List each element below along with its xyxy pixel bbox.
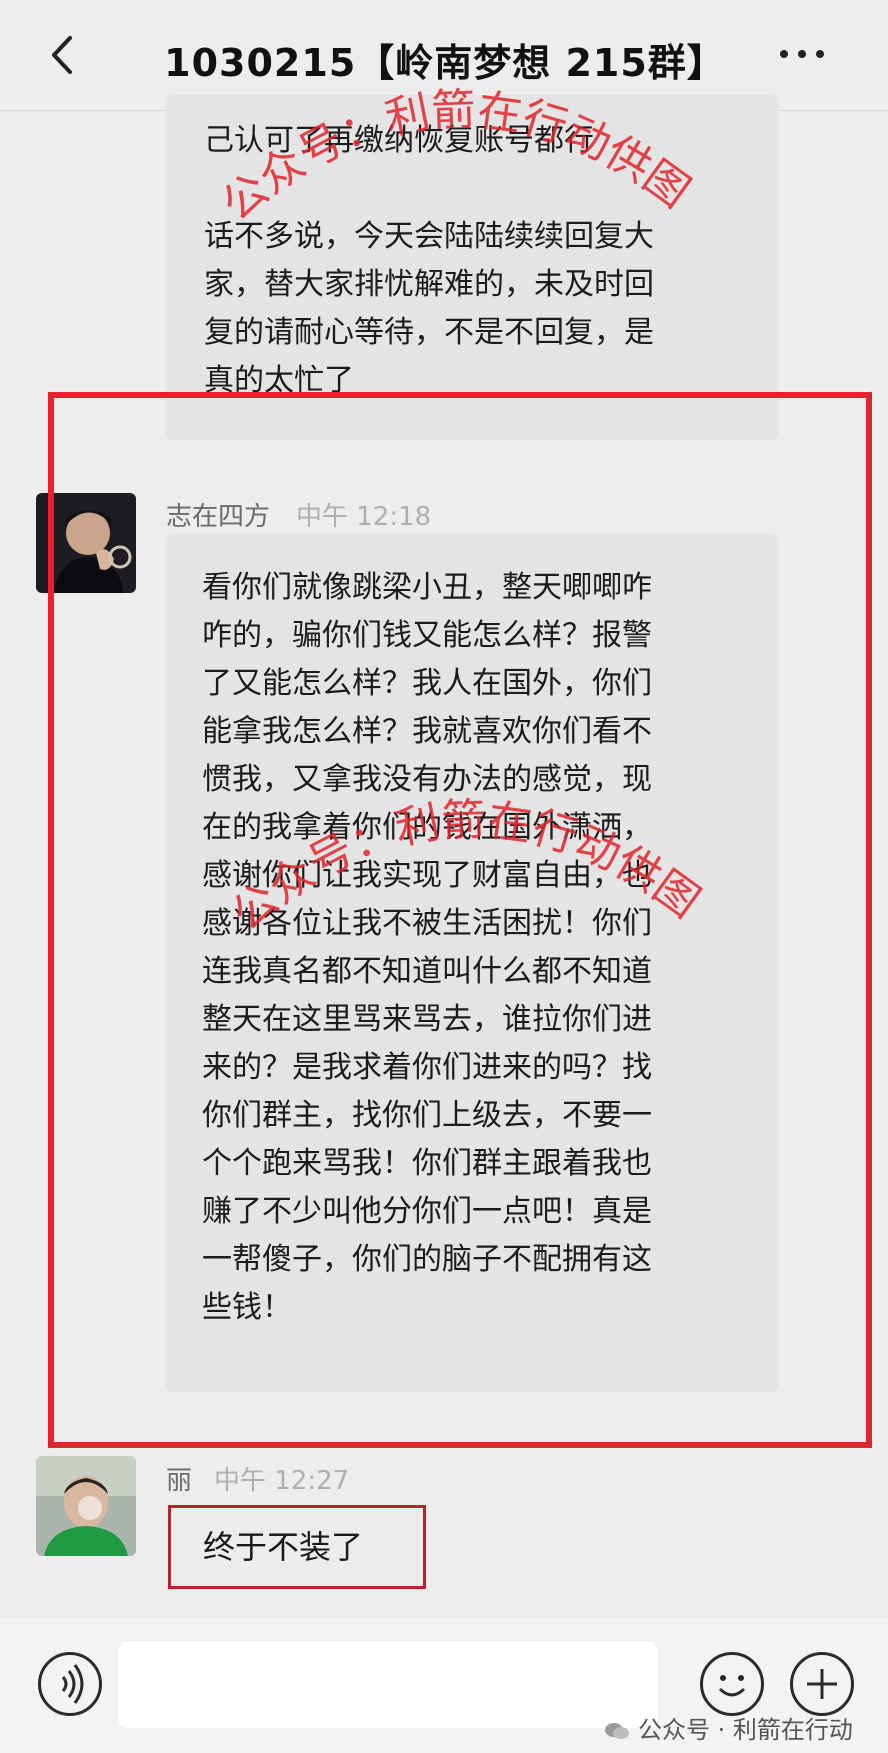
back-arrow-icon[interactable] [44,30,84,80]
more-dots-icon[interactable] [772,38,832,68]
message-text: 己认可了再缴纳恢复账号都行 话不多说，今天会陆陆续续回复大 家，替大家排忧解难的… [204,123,654,398]
highlight-frame [48,392,872,1448]
message-bubble[interactable]: 终于不装了 [168,1505,426,1589]
message-input[interactable] [118,1642,658,1728]
watermark-caption: 公众号 · 利箭在行动 [604,1710,853,1745]
message-text: 终于不装了 [203,1528,364,1566]
avatar[interactable] [36,1456,136,1556]
emoji-icon[interactable] [700,1652,764,1716]
message-time: 中午 12:27 [214,1466,350,1496]
sender-name: 丽 [166,1466,193,1496]
chat-title: 1030215【岭南梦想 215群】 [164,41,726,85]
wechat-logo-icon [605,1723,629,1739]
plus-icon[interactable] [790,1652,854,1716]
voice-icon[interactable] [38,1652,102,1716]
message-bubble[interactable]: 己认可了再缴纳恢复账号都行 话不多说，今天会陆陆续续回复大 家，替大家排忧解难的… [166,95,778,440]
